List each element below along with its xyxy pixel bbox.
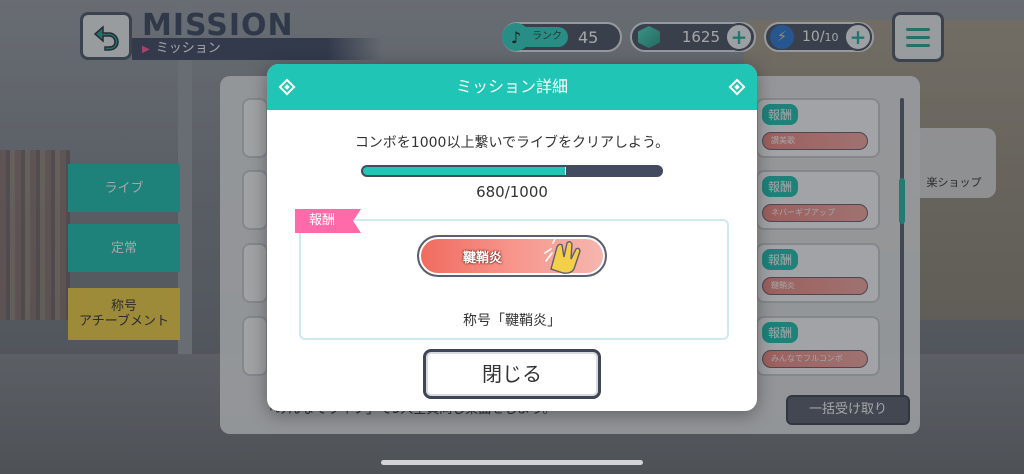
diamond-icon	[278, 78, 296, 96]
home-indicator[interactable]	[381, 460, 643, 465]
diamond-icon	[728, 78, 746, 96]
title-badge: 鞬鞘炎	[417, 235, 607, 277]
mission-description: コンボを1000以上繋いでライブをクリアしよう。	[354, 135, 670, 151]
progress-text: 680/1000	[476, 183, 548, 201]
reward-label: 報酬	[295, 209, 361, 233]
progress-bar	[361, 165, 663, 177]
progress-fill	[363, 167, 566, 175]
clapping-hands-icon	[544, 239, 581, 274]
modal-title: ミッション詳細	[455, 77, 568, 96]
badge-text: 鞬鞘炎	[463, 251, 503, 266]
mission-detail-modal: ミッション詳細 コンボを1000以上繋いでライブをクリアしよう。 680/100…	[267, 64, 757, 411]
close-button[interactable]: 閉じる	[423, 349, 601, 399]
modal-header: ミッション詳細	[267, 64, 757, 110]
reward-name: 称号「鞬鞘炎」	[463, 313, 561, 329]
